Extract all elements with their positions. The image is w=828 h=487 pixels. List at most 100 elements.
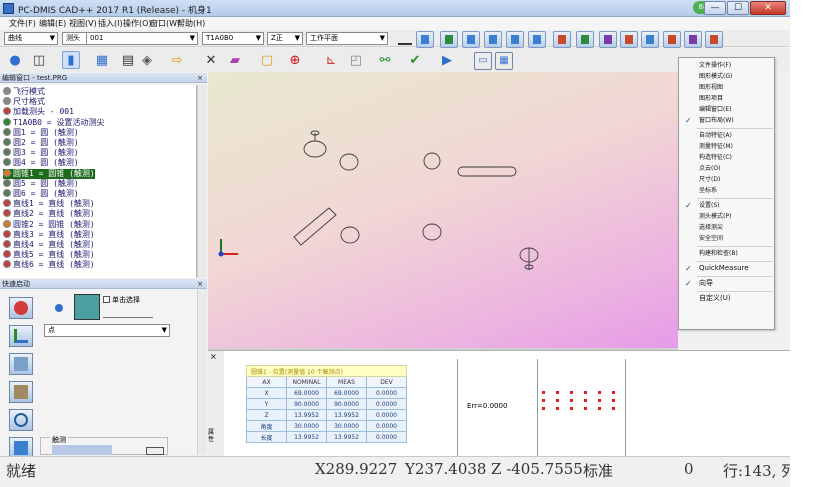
report-button[interactable] (576, 31, 594, 48)
window-toggle-button[interactable] (416, 31, 434, 48)
menu-insert[interactable]: 插入(I) (98, 18, 123, 29)
panel-scrollbar[interactable] (197, 289, 207, 455)
context-menu-item[interactable]: 测头模式(P) (679, 212, 776, 221)
dimension-color-button[interactable] (620, 31, 638, 48)
context-menu-item[interactable]: 测量特征(M) (679, 142, 776, 151)
menu-help[interactable]: 帮助(H) (177, 18, 205, 29)
menu-operation[interactable]: 操作(O) (123, 18, 152, 29)
context-menu-item[interactable]: 图形视图 (679, 83, 776, 92)
context-menu-item[interactable]: 坐标系 (679, 186, 776, 195)
stack-tool-button[interactable] (9, 381, 33, 403)
program-tree-row[interactable]: 圆6 = 圆 (触测) (3, 189, 79, 199)
circle-feature-1[interactable] (303, 140, 327, 158)
clear-marks-button[interactable] (684, 31, 702, 48)
view-layout-1-button[interactable] (462, 31, 480, 48)
maximize-button[interactable]: ☐ (727, 1, 749, 15)
program-tree-row[interactable]: 飞行模式 (3, 87, 45, 97)
mode-select[interactable]: 曲线 ▼ (4, 32, 58, 45)
step-icon[interactable]: ▶ (438, 51, 456, 69)
program-tree-row[interactable]: T1A0B0 = 设置活动测尖 (3, 117, 104, 128)
minimize-button[interactable]: — (704, 1, 726, 15)
program-tree-row[interactable]: 圆1 = 圆 (触测) (3, 127, 79, 138)
program-tree-row[interactable]: 圆锥2 = 圆锥 (触测) (3, 219, 95, 230)
point-tool-icon[interactable]: ✕ (202, 51, 220, 69)
context-menu-item[interactable]: ✓ 设置(S) (679, 201, 776, 210)
table-view-icon[interactable]: ▦ (93, 51, 111, 69)
program-tree-row[interactable]: 直线3 = 直线 (触测) (3, 229, 95, 240)
context-menu-item[interactable]: ✓ QuickMeasure (679, 264, 776, 273)
circle-feature-3[interactable] (423, 152, 441, 170)
tools-button[interactable] (705, 31, 723, 48)
circle-feature-5[interactable] (340, 226, 360, 244)
program-tree-row[interactable]: 直线2 = 直线 (触测) (3, 209, 95, 219)
program-tree-row[interactable]: 圆4 = 圆 (触测) (3, 158, 79, 168)
crosshair-icon[interactable]: ⊕ (286, 51, 304, 69)
view-select[interactable]: Z正 ▼ (267, 32, 303, 45)
circle-feature-2[interactable] (339, 153, 359, 171)
align-icon[interactable]: ⚯ (376, 51, 394, 69)
check-icon[interactable]: ✔ (406, 51, 424, 69)
close-icon[interactable]: × (197, 279, 203, 289)
graphics-viewport[interactable] (208, 72, 678, 348)
view-layout-2-button[interactable] (484, 31, 502, 48)
single-click-checkbox[interactable] (103, 296, 110, 303)
menu-window[interactable]: 窗口(W) (150, 18, 180, 29)
cube-view-icon[interactable]: ◫ (30, 51, 48, 69)
workplane-select[interactable]: 工作平面 ▼ (306, 32, 388, 45)
sphere-view-icon[interactable]: ● (6, 51, 24, 69)
menu-edit[interactable]: 编辑(E) (39, 18, 66, 29)
graphics-layout-button[interactable] (440, 31, 458, 48)
plane-tool-icon[interactable]: ▰ (226, 51, 244, 69)
program-tree-row[interactable]: 圆3 = 圆 (触测) (3, 148, 79, 158)
view-layout-4-button[interactable] (528, 31, 546, 48)
context-menu-item[interactable]: 构造特征(C) (679, 153, 776, 162)
context-menu-item[interactable]: 图形项目 (679, 94, 776, 103)
solid-model-icon[interactable]: ◈ (138, 51, 156, 69)
tree-scrollbar[interactable] (197, 85, 207, 278)
context-menu-item[interactable]: ✓ 向导 (679, 279, 776, 288)
probe-tool-button[interactable] (9, 297, 33, 319)
program-tree-row[interactable]: 尺寸格式 (3, 97, 45, 107)
context-menu-item[interactable]: 自动特征(A) (679, 131, 776, 140)
report-side-tab[interactable]: 属性 (208, 429, 216, 443)
statistics-button[interactable] (599, 31, 617, 48)
feature-type-select[interactable]: 点 ▼ (44, 324, 170, 337)
column-tool-button[interactable] (9, 353, 33, 375)
text-box-icon[interactable]: ▭ (474, 52, 492, 70)
context-menu-item[interactable]: 构建和检查(B) (679, 249, 776, 258)
program-tree-row[interactable]: 圆锥1 = 圆锥 (触测) (3, 168, 95, 179)
context-menu-item[interactable]: 图形模式(G) (679, 72, 776, 81)
probe-select[interactable]: 001 ▼ (86, 32, 198, 45)
context-menu-item[interactable]: ✓ 窗口布局(W) (679, 116, 776, 125)
program-tree-row[interactable]: 圆5 = 圆 (触测) (3, 178, 79, 189)
context-menu-item[interactable]: 尺寸(D) (679, 175, 776, 184)
context-menu-item[interactable]: 安全空间 (679, 234, 776, 243)
slot-feature[interactable] (457, 166, 517, 177)
program-tree-row[interactable]: 直线4 = 直线 (触测) (3, 240, 95, 250)
program-tree-row[interactable]: 直线6 = 直线 (触测) (3, 260, 95, 270)
context-menu-item[interactable]: 点云(O) (679, 164, 776, 173)
arrow-right-icon[interactable]: ⇨ (168, 51, 186, 69)
dimension-icon[interactable]: ⊾ (322, 51, 340, 69)
program-tree-row[interactable]: 直线5 = 直线 (触测) (3, 250, 95, 260)
report-view-icon[interactable]: ▤ (119, 51, 137, 69)
crosshair-tool-button[interactable] (9, 409, 33, 431)
angled-slot-feature[interactable] (293, 207, 337, 246)
grid-box-icon[interactable]: ▦ (495, 52, 513, 70)
circle-feature-6[interactable] (422, 223, 442, 241)
close-button[interactable]: ✕ (750, 1, 786, 15)
program-tree-row[interactable]: 加载测头 - 001 (3, 107, 74, 117)
probe-readout-button[interactable] (553, 31, 571, 48)
mark-button[interactable] (663, 31, 681, 48)
thumb-button[interactable] (146, 447, 164, 455)
context-menu-item[interactable]: 选择测尖 (679, 223, 776, 232)
program-tree-row[interactable]: 直线1 = 直线 (触测) (3, 199, 95, 209)
context-menu-item[interactable]: 自定义(U) (679, 294, 776, 303)
context-menu-item[interactable]: 编辑窗口(E) (679, 105, 776, 114)
square-tool-icon[interactable]: ▢ (258, 51, 276, 69)
axis-tool-button[interactable] (9, 325, 33, 347)
construct-icon[interactable]: ◰ (347, 51, 365, 69)
context-menu-item[interactable]: 文件操作(F) (679, 61, 776, 70)
program-tree-row[interactable]: 圆2 = 圆 (触测) (3, 138, 79, 148)
view-layout-3-button[interactable] (506, 31, 524, 48)
